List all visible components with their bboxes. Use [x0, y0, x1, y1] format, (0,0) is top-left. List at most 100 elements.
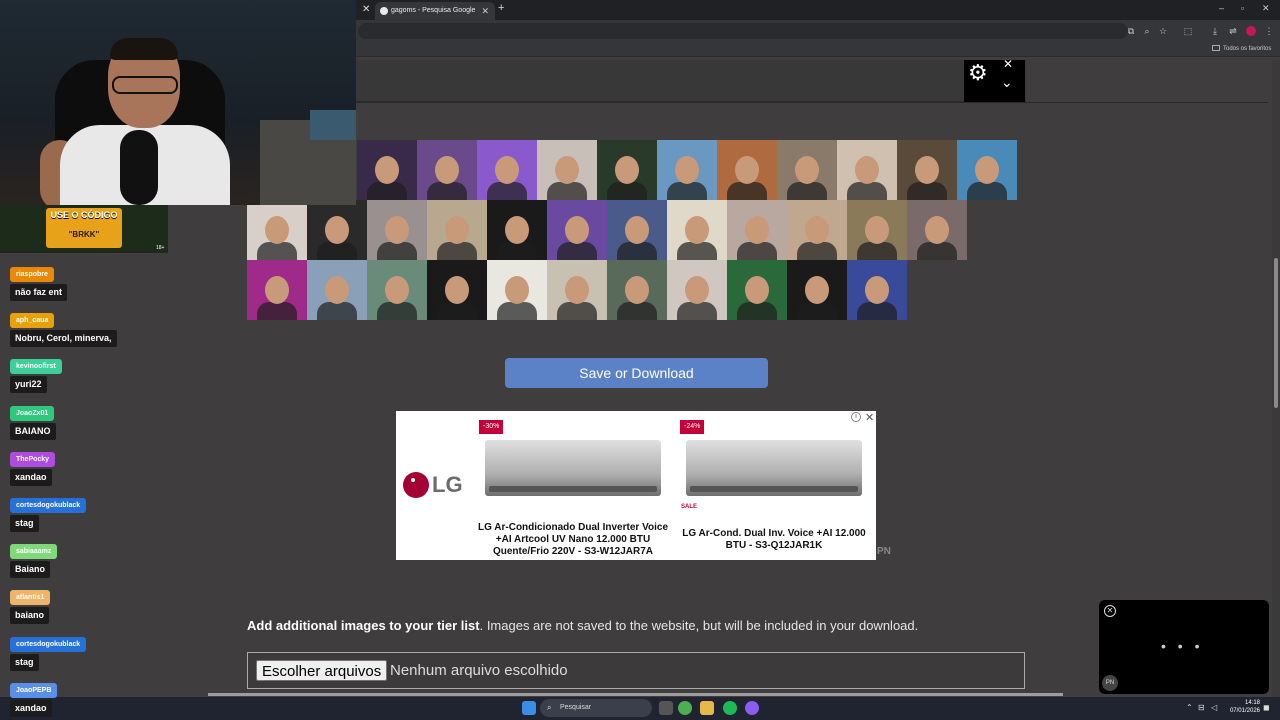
- bookmarks-all[interactable]: Todos os favoritos: [1212, 44, 1271, 54]
- tier-image[interactable]: [367, 200, 427, 260]
- tier-image[interactable]: [427, 200, 487, 260]
- windows-start-icon[interactable]: [522, 701, 536, 715]
- product-image[interactable]: [686, 440, 862, 496]
- tier-image[interactable]: [727, 260, 787, 320]
- tier-image[interactable]: [607, 260, 667, 320]
- url-field[interactable]: [358, 23, 1128, 39]
- tier-image[interactable]: [307, 260, 367, 320]
- tier-image[interactable]: [427, 260, 487, 320]
- face: [915, 156, 939, 184]
- face: [685, 276, 709, 304]
- face: [745, 216, 769, 244]
- tier-image[interactable]: [907, 200, 967, 260]
- tier-image[interactable]: [727, 200, 787, 260]
- chat-message: xandao: [10, 699, 52, 717]
- tier-image[interactable]: [547, 200, 607, 260]
- profile-avatar[interactable]: [1246, 26, 1256, 36]
- tier-image[interactable]: [487, 260, 547, 320]
- close-ad-icon[interactable]: ✕: [865, 411, 874, 424]
- tier-image[interactable]: [487, 200, 547, 260]
- tier-image[interactable]: [597, 140, 657, 200]
- cast-icon[interactable]: ⇌: [1228, 25, 1238, 37]
- chat-username[interactable]: kevinoofirst: [10, 359, 62, 375]
- tier-image[interactable]: [667, 200, 727, 260]
- translate-icon[interactable]: ⧉: [1126, 25, 1136, 37]
- task-view-icon[interactable]: [659, 701, 673, 715]
- volume-icon[interactable]: ◁: [1211, 703, 1217, 712]
- close-icon[interactable]: ✕: [1104, 605, 1116, 617]
- tier-image[interactable]: [417, 140, 477, 200]
- discount-badge: -24%: [680, 420, 705, 434]
- tray-chevron-icon[interactable]: ⌃: [1186, 703, 1193, 712]
- restore-icon[interactable]: ▫: [1241, 3, 1244, 13]
- lg-logo-icon: [403, 472, 429, 498]
- chat-username[interactable]: ThePocky: [10, 451, 56, 467]
- tier-image[interactable]: [847, 260, 907, 320]
- tier-image[interactable]: [667, 260, 727, 320]
- product-name[interactable]: LG Ar-Cond. Dual Inv. Voice +AI 12.000 B…: [680, 528, 868, 552]
- gear-icon[interactable]: ⚙: [968, 62, 990, 84]
- tier-image[interactable]: [307, 200, 367, 260]
- tier-image[interactable]: [657, 140, 717, 200]
- tier-image[interactable]: [787, 200, 847, 260]
- star-icon[interactable]: ☆: [1158, 25, 1168, 37]
- tier-image[interactable]: [247, 260, 307, 320]
- tier-image[interactable]: [537, 140, 597, 200]
- choose-files-button[interactable]: Escolher arquivos: [256, 660, 388, 681]
- tier-image[interactable]: [247, 200, 307, 260]
- shoulders: [437, 242, 477, 260]
- chat-message: baiano: [10, 607, 50, 625]
- info-icon[interactable]: i: [851, 412, 861, 422]
- shoulders: [377, 302, 417, 320]
- chat-username[interactable]: cortesdogokublack: [10, 498, 87, 513]
- download-icon[interactable]: ⤓: [1210, 25, 1220, 37]
- tier-image[interactable]: [607, 200, 667, 260]
- product-name[interactable]: LG Ar-Condicionado Dual Inverter Voice +…: [475, 522, 671, 558]
- extensions-icon[interactable]: ⬚: [1183, 25, 1193, 37]
- browser-tab[interactable]: gagoms - Pesquisa Google ✕: [375, 2, 495, 20]
- scrollbar-thumb[interactable]: [1274, 258, 1278, 408]
- taskbar-search[interactable]: ⌕ Pesquisar: [540, 699, 652, 717]
- product-image[interactable]: [485, 440, 661, 496]
- app-icon[interactable]: [745, 701, 759, 715]
- minimize-icon[interactable]: –: [1219, 3, 1224, 13]
- window-close-icon[interactable]: ✕: [1262, 3, 1270, 14]
- menu-icon[interactable]: ⋮: [1264, 25, 1274, 37]
- chat-username[interactable]: aph_caua: [10, 313, 55, 329]
- chat-username[interactable]: JoaoPEPB: [10, 682, 58, 698]
- chat-username[interactable]: riaspobre: [10, 267, 54, 282]
- chat-username[interactable]: atlantis1: [10, 590, 51, 606]
- zoom-icon[interactable]: ⌕: [1142, 25, 1152, 37]
- chrome-icon[interactable]: [678, 701, 692, 715]
- close-icon[interactable]: ✕: [481, 2, 489, 20]
- face: [565, 276, 589, 304]
- close-icon[interactable]: ✕: [1003, 57, 1013, 71]
- save-download-button[interactable]: Save or Download: [505, 358, 768, 388]
- tier-image[interactable]: [367, 260, 427, 320]
- folder-icon[interactable]: [700, 701, 714, 715]
- chevron-down-icon[interactable]: ⌄: [1001, 74, 1015, 90]
- streamer-glasses: [112, 76, 178, 94]
- notification-icon[interactable]: ◼: [1263, 703, 1270, 712]
- network-icon[interactable]: ⊟: [1198, 703, 1205, 712]
- new-tab-icon[interactable]: +: [498, 2, 504, 14]
- tier-image[interactable]: [897, 140, 957, 200]
- tier-image[interactable]: [777, 140, 837, 200]
- tier-image[interactable]: [357, 140, 417, 200]
- tier-image[interactable]: [717, 140, 777, 200]
- close-tab-icon[interactable]: ✕: [362, 4, 372, 16]
- google-icon: [380, 7, 388, 15]
- spotify-icon[interactable]: [723, 701, 737, 715]
- tier-image[interactable]: [957, 140, 1017, 200]
- tier-image[interactable]: [477, 140, 537, 200]
- tier-image[interactable]: [847, 200, 907, 260]
- chat-username[interactable]: cortesdogokublack: [10, 636, 87, 652]
- chat-username[interactable]: JoaoZx01: [10, 405, 55, 421]
- chat-username[interactable]: sabiaaamz: [10, 544, 58, 560]
- shoulders: [797, 242, 837, 260]
- face: [505, 216, 529, 244]
- clock[interactable]: 14:18 07/01/2026: [1226, 699, 1260, 715]
- tier-image[interactable]: [787, 260, 847, 320]
- tier-image[interactable]: [547, 260, 607, 320]
- tier-image[interactable]: [837, 140, 897, 200]
